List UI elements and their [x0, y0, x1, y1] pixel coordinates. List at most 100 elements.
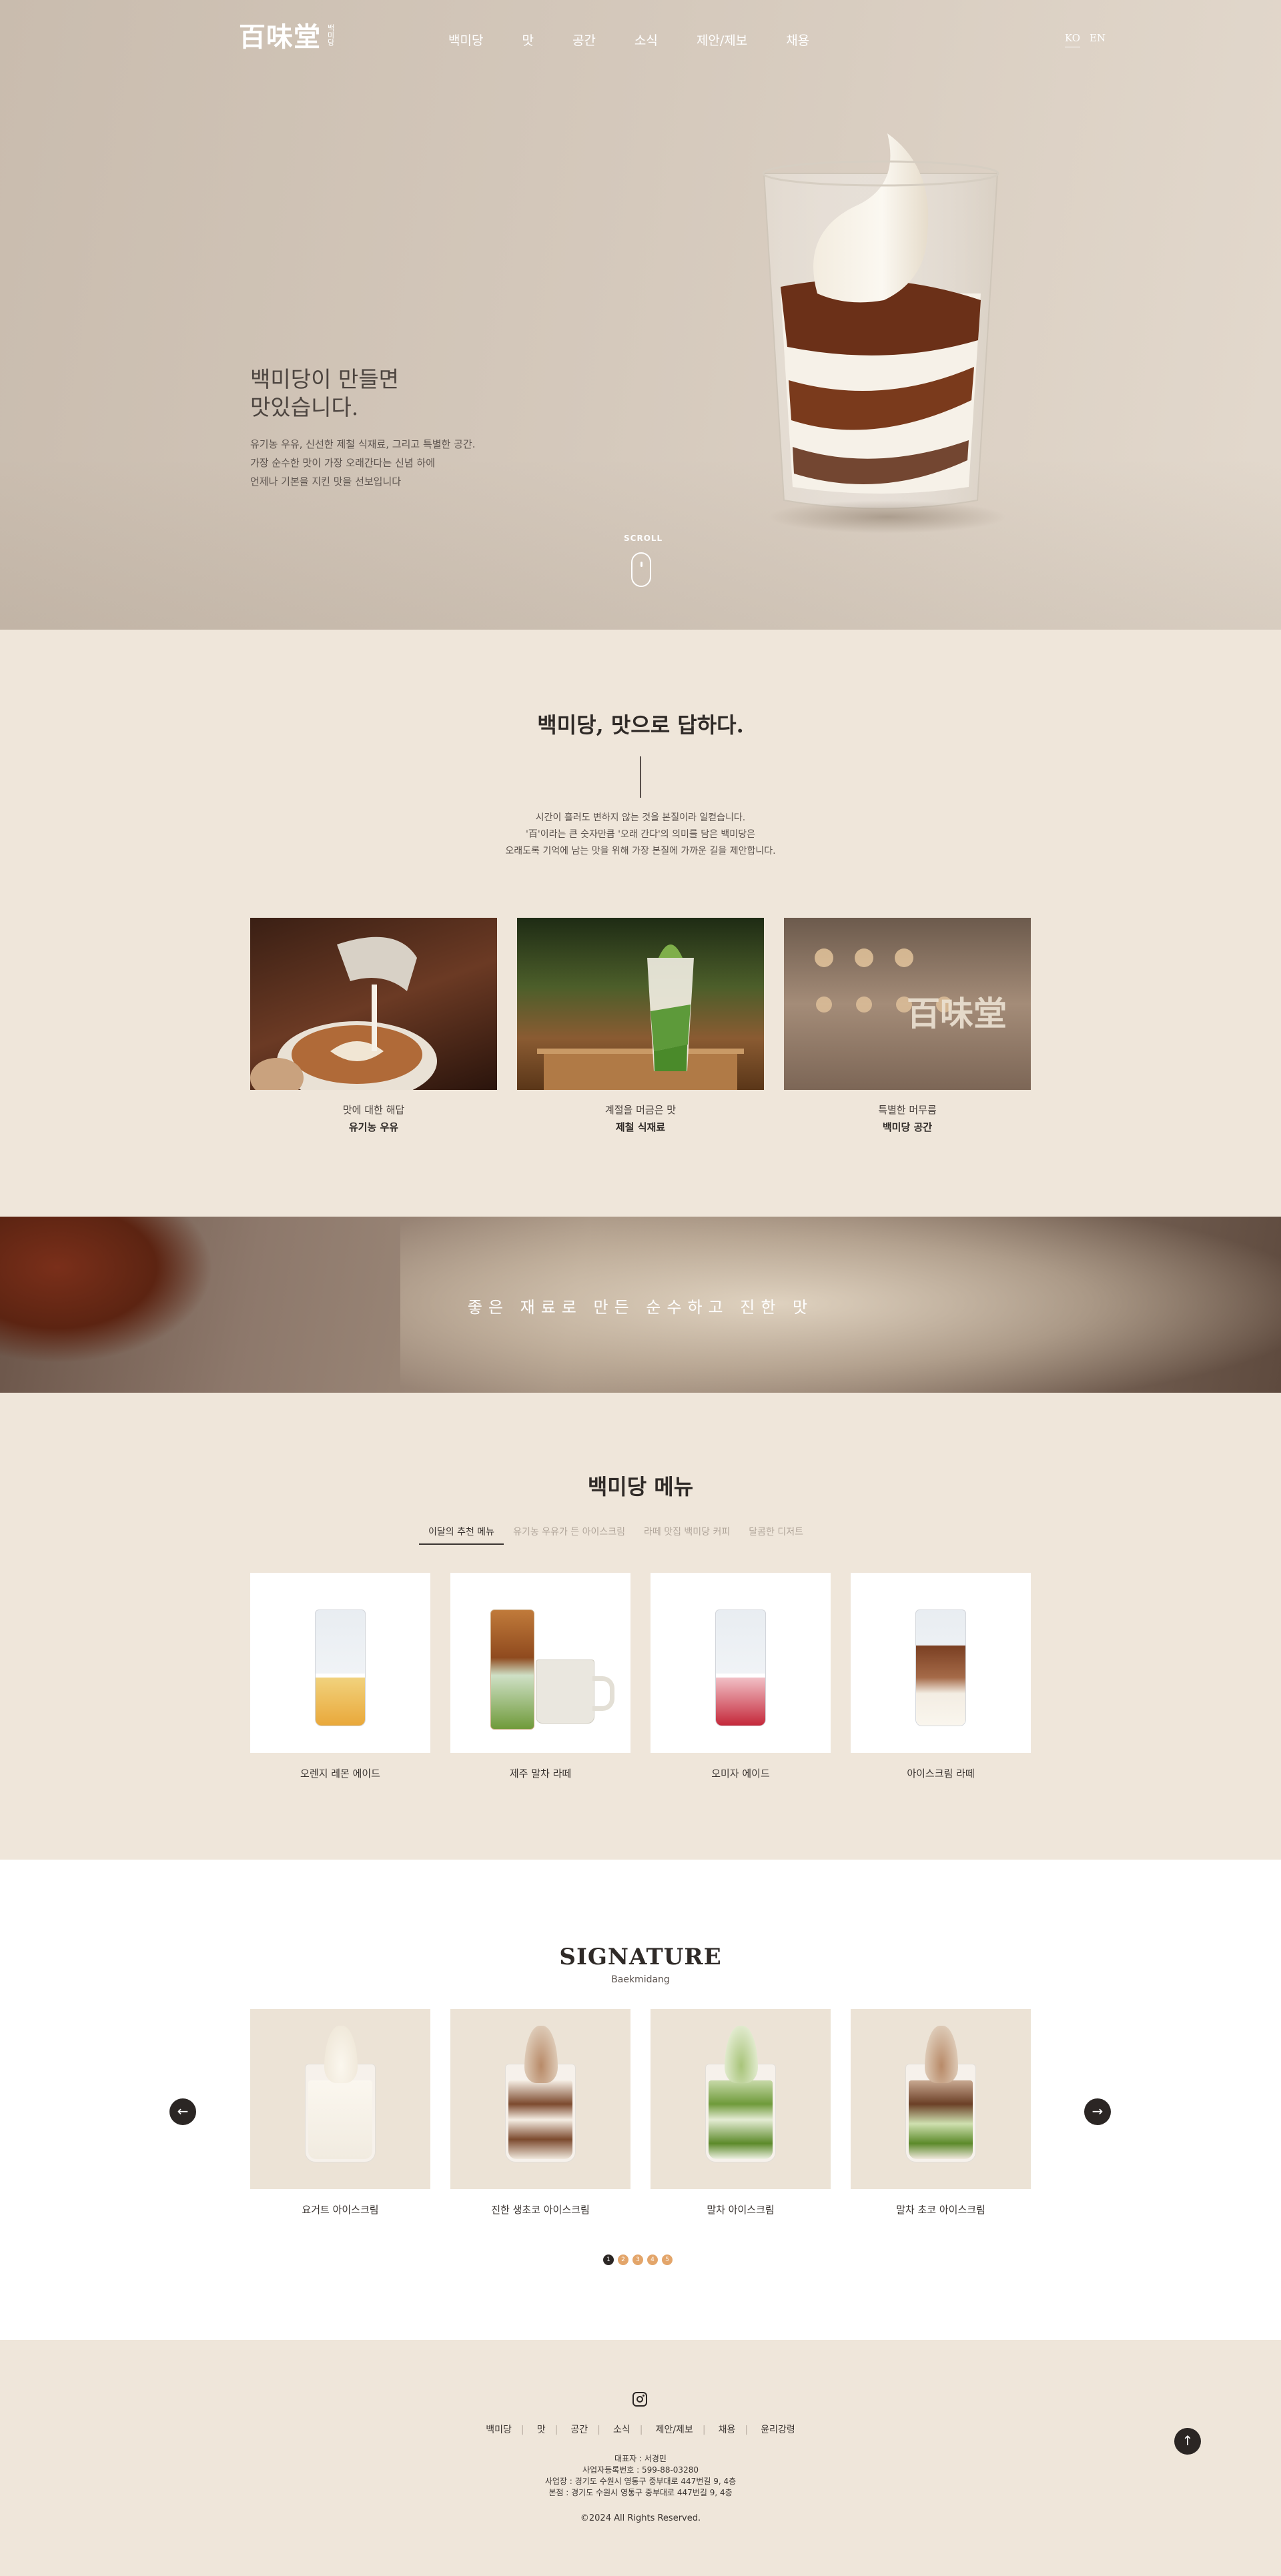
nav-item-recruit[interactable]: 채용: [786, 31, 809, 49]
copyright: ©2024 All Rights Reserved.: [580, 2513, 701, 2523]
footer-link-news[interactable]: 소식: [613, 2425, 630, 2435]
logo-hangul: 백미당: [326, 24, 335, 46]
signature-card[interactable]: 말차 초코 아이스크림: [851, 2009, 1031, 2216]
footer-link-ethics[interactable]: 윤리강령: [761, 2425, 795, 2435]
nav-item-news[interactable]: 소식: [634, 31, 658, 49]
menu-card[interactable]: 오미자 에이드: [651, 1573, 831, 1780]
company-reg-number: 사업자등록번호 : 599-88-03280: [582, 2465, 699, 2475]
footer-link-recruit[interactable]: 채용: [719, 2425, 736, 2435]
brand-logo[interactable]: 百味堂 백미당: [239, 21, 335, 53]
menu-card[interactable]: 아이스크림 라떼: [851, 1573, 1031, 1780]
footer-link-baekmidang[interactable]: 백미당: [486, 2425, 512, 2435]
store-sign: 百味堂: [907, 994, 1007, 1033]
hero-title-line2: 맛있습니다.: [250, 394, 359, 420]
intro-section: 백미당, 맛으로 답하다. 시간이 흘러도 변하지 않는 것을 본질이라 일컫습…: [0, 630, 1281, 1217]
glass-drink: [915, 1609, 966, 1726]
intro-line1: 시간이 흘러도 변하지 않는 것을 본질이라 일컫습니다.: [535, 812, 746, 823]
feature-caption-strong: 유기농 우유: [348, 1121, 399, 1133]
lang-en[interactable]: EN: [1090, 32, 1106, 47]
page-dot[interactable]: 4: [647, 2255, 658, 2265]
cup-shadow: [767, 500, 1007, 534]
company-ceo: 대표자 : 서경민: [614, 2454, 667, 2463]
hero-title: 백미당이 만들면 맛있습니다.: [250, 366, 475, 422]
glass-drink: [315, 1609, 366, 1726]
signature-item-label: 요거트 아이스크림: [302, 2204, 379, 2216]
arrow-right-icon[interactable]: →: [1084, 2098, 1111, 2125]
signature-image-matcha: [651, 2009, 831, 2189]
tagline-banner: 좋은 재료로 만든 순수하고 진한 맛: [0, 1217, 1281, 1393]
signature-item-label: 말차 초코 아이스크림: [896, 2204, 985, 2216]
scroll-label: SCROLL: [624, 534, 663, 543]
nav-item-suggestion[interactable]: 제안/제보: [697, 31, 747, 49]
feature-caption: 특별한 머무름: [878, 1104, 937, 1116]
glass-drink: [715, 1609, 766, 1726]
feature-card-seasonal[interactable]: 계절을 머금은 맛 제철 식재료: [517, 918, 764, 1137]
menu-item-label: 오미자 에이드: [711, 1768, 770, 1780]
headquarters-address: 본점 : 경기도 수원시 영통구 중부대로 447번길 9, 4층: [548, 2488, 733, 2497]
menu-title: 백미당 메뉴: [587, 1474, 694, 1499]
menu-card[interactable]: 제주 말차 라떼: [450, 1573, 630, 1780]
page-dot[interactable]: 2: [618, 2255, 628, 2265]
menu-section: 백미당 메뉴 이달의 추천 메뉴 유기농 우유가 든 아이스크림 라떼 맛집 백…: [0, 1393, 1281, 1860]
intro-line3: 오래도록 기억에 남는 맛을 위해 가장 본질에 가까운 길을 제안합니다.: [505, 846, 776, 856]
top-navigation: 百味堂 백미당 백미당 맛 공간 소식 제안/제보 채용 KO EN: [0, 0, 1281, 80]
menu-tabs: 이달의 추천 메뉴 유기농 우유가 든 아이스크림 라떼 맛집 백미당 커피 달…: [419, 1525, 813, 1545]
menu-grid: 오렌지 레몬 에이드 제주 말차 라떼 오미자 에이드 아이스크림 라떼: [250, 1573, 1031, 1780]
hero-description: 유기농 우유, 신선한 제철 식재료, 그리고 특별한 공간. 가장 순수한 맛…: [250, 435, 475, 491]
page-dot[interactable]: 1: [603, 2255, 614, 2265]
signature-image-choco: [450, 2009, 630, 2189]
signature-card[interactable]: 진한 생초코 아이스크림: [450, 2009, 630, 2216]
signature-card[interactable]: 요거트 아이스크림: [250, 2009, 430, 2216]
signature-card[interactable]: 말차 아이스크림: [651, 2009, 831, 2216]
feature-image-matcha-drink: [517, 918, 764, 1090]
footer-link-suggestion[interactable]: 제안/제보: [656, 2425, 693, 2435]
feature-caption: 맛에 대한 해답: [342, 1104, 405, 1116]
ice-cream-cup: [705, 2026, 776, 2162]
hero-copy: 백미당이 만들면 맛있습니다. 유기농 우유, 신선한 제철 식재료, 그리고 …: [250, 366, 475, 491]
feature-image-latte-art: [250, 918, 497, 1090]
menu-item-label: 오렌지 레몬 에이드: [300, 1768, 380, 1780]
menu-image-omija-ade: [651, 1573, 831, 1753]
footer-link-space[interactable]: 공간: [570, 2425, 588, 2435]
feature-image-store-sign: 百味堂: [784, 918, 1031, 1090]
feature-caption-strong: 제철 식재료: [615, 1121, 666, 1133]
menu-card[interactable]: 오렌지 레몬 에이드: [250, 1573, 430, 1780]
hero-section: 百味堂 백미당 백미당 맛 공간 소식 제안/제보 채용 KO EN 백미당이 …: [0, 0, 1281, 630]
lang-ko[interactable]: KO: [1065, 32, 1081, 47]
feature-card-space[interactable]: 百味堂 특별한 머무름 백미당 공간: [784, 918, 1031, 1137]
instagram-icon[interactable]: [632, 2392, 647, 2407]
hero-dessert-image: [754, 127, 1007, 534]
nav-item-taste[interactable]: 맛: [522, 31, 533, 49]
ice-cream-cup: [905, 2026, 976, 2162]
tab-ice-cream[interactable]: 유기농 우유가 든 아이스크림: [504, 1525, 634, 1545]
signature-carousel: 요거트 아이스크림 진한 생초코 아이스크림 말차 아이스크림 말차 초코 아이…: [250, 2009, 1031, 2216]
menu-image-ice-cream-latte: [851, 1573, 1031, 1753]
matcha-drink-illustration: [537, 944, 744, 1090]
feature-card-milk[interactable]: 맛에 대한 해답 유기농 우유: [250, 918, 497, 1137]
tab-dessert[interactable]: 달콤한 디저트: [739, 1525, 813, 1545]
footer: 백미당 | 맛 | 공간 | 소식 | 제안/제보 | 채용 | 윤리강령 대표자 : 서경…: [0, 2340, 1281, 2576]
mouse-icon: [631, 552, 651, 587]
banner-tagline: 좋은 재료로 만든 순수하고 진한 맛: [467, 1298, 814, 1317]
tab-monthly-pick[interactable]: 이달의 추천 메뉴: [419, 1525, 504, 1545]
nav-item-baekmidang[interactable]: 백미당: [448, 31, 483, 49]
intro-title: 백미당, 맛으로 답하다.: [537, 712, 744, 738]
arrow-up-icon[interactable]: ↑: [1174, 2428, 1201, 2455]
menu-image-matcha-latte: [450, 1573, 630, 1753]
cocoa-powder-image: [0, 1217, 214, 1363]
carousel-pagination: 1 2 3 4 5: [603, 2255, 673, 2265]
ice-cream-cup: [305, 2026, 376, 2162]
nav-item-space[interactable]: 공간: [572, 31, 596, 49]
footer-link-taste[interactable]: 맛: [537, 2425, 546, 2435]
milk-mug: [536, 1660, 614, 1724]
arrow-left-icon[interactable]: ←: [169, 2098, 196, 2125]
language-switcher: KO EN: [1065, 32, 1106, 47]
tab-coffee[interactable]: 라떼 맛집 백미당 커피: [634, 1525, 739, 1545]
page-dot[interactable]: 5: [662, 2255, 673, 2265]
hero-desc-line2: 가장 순수한 맛이 가장 오래간다는 신념 하에: [250, 457, 436, 469]
page-dot[interactable]: 3: [632, 2255, 643, 2265]
scroll-indicator[interactable]: SCROLL: [624, 534, 663, 587]
footer-nav: 백미당 | 맛 | 공간 | 소식 | 제안/제보 | 채용 | 윤리강령: [486, 2425, 795, 2435]
signature-item-label: 말차 아이스크림: [707, 2204, 775, 2216]
intro-divider: [640, 756, 641, 798]
